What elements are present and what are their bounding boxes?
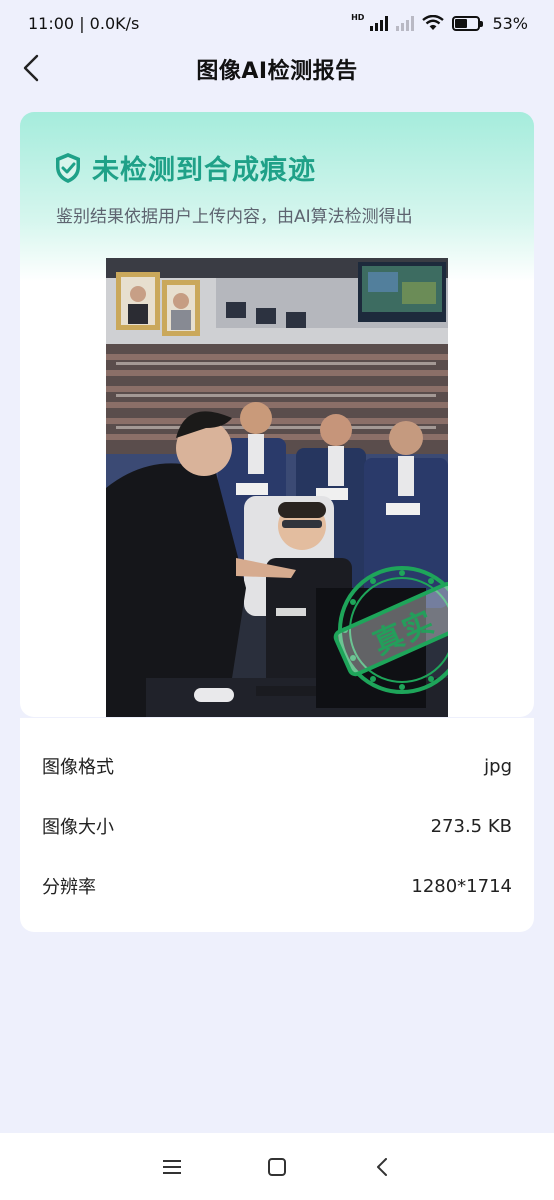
wifi-icon [422,15,445,30]
battery-icon [452,15,484,31]
home-button[interactable] [257,1147,297,1187]
info-row-resolution: 分辨率 1280*1714 [42,856,512,916]
signal-icon [370,15,389,31]
system-nav-bar [0,1133,554,1200]
back-triangle-icon [376,1157,387,1176]
info-value: 273.5 KB [430,815,512,837]
info-row-format: 图像格式 jpg [42,736,512,796]
info-value: jpg [484,755,512,777]
home-square-icon [267,1157,286,1176]
result-title: 未检测到合成痕迹 [92,155,316,186]
result-subtitle: 鉴别结果依据用户上传内容，由AI算法检测得出 [56,207,413,227]
signal-icon-secondary [396,15,415,31]
info-label: 分辨率 [42,877,96,898]
menu-icon [163,1159,182,1174]
menu-button[interactable] [152,1147,192,1187]
system-back-button[interactable] [362,1147,402,1187]
page-title: 图像AI检测报告 [196,59,358,84]
info-value: 1280*1714 [411,875,512,897]
hd-label: HD [351,12,365,22]
result-heading: 未检测到合成痕迹 [54,148,316,187]
back-button[interactable] [14,51,48,85]
status-time-speed: 11:00 | 0.0K/s [28,13,140,33]
shield-check-icon [56,152,80,183]
info-label: 图像大小 [42,817,114,838]
info-row-size: 图像大小 273.5 KB [42,796,512,856]
analyzed-image: 真实 [106,258,448,717]
status-icons: HD 53% [351,12,528,33]
image-info-card: 图像格式 jpg 图像大小 273.5 KB 分辨率 1280*1714 [20,718,534,932]
battery-percent: 53% [492,13,528,33]
chevron-left-icon [23,54,39,82]
info-label: 图像格式 [42,757,114,778]
result-card: 未检测到合成痕迹 鉴别结果依据用户上传内容，由AI算法检测得出 真实 [20,112,534,717]
status-bar: 11:00 | 0.0K/s HD 53% [0,0,554,46]
app-header: 图像AI检测报告 [0,46,554,92]
